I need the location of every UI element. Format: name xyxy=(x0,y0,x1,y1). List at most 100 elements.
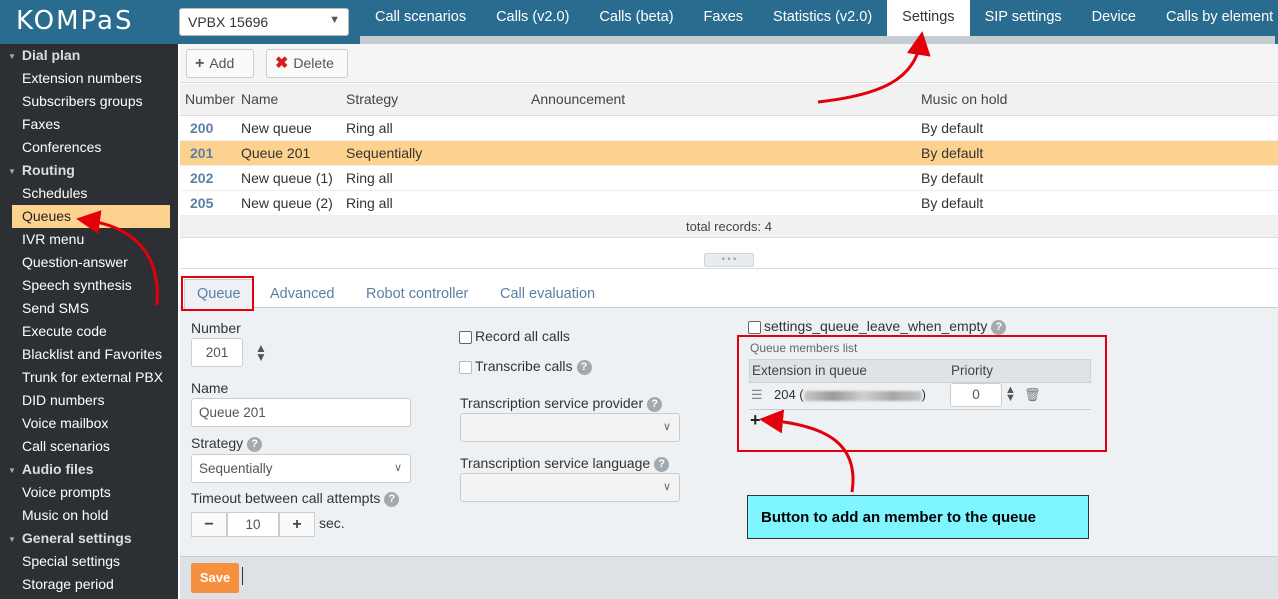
redacted-name xyxy=(803,390,922,401)
subtab-robot-controller[interactable]: Robot controller xyxy=(366,280,468,308)
member-row[interactable]: ☰ 204 () 0 ▲ ▼ 🗑 xyxy=(749,383,1091,410)
help-icon[interactable]: ? xyxy=(654,456,670,472)
sidebar-group-dial-plan[interactable]: ▼ Dial plan xyxy=(0,44,178,67)
subtab-call-evaluation[interactable]: Call evaluation xyxy=(500,280,595,308)
chevron-down-icon: ∨ xyxy=(662,481,671,493)
tab-statistics[interactable]: Statistics (v2.0) xyxy=(758,0,887,36)
sidebar-item-schedules[interactable]: Schedules xyxy=(0,182,178,205)
transcribe-calls[interactable]: Transcribe calls? xyxy=(459,358,592,375)
transcribe-checkbox[interactable] xyxy=(459,360,472,374)
timeout-label: Timeout between call attempts? xyxy=(191,490,400,507)
sidebar-group-routing[interactable]: ▼ Routing xyxy=(0,159,178,182)
tab-calls-beta[interactable]: Calls (beta) xyxy=(584,0,688,36)
sidebar-item-question-answer[interactable]: Question-answer xyxy=(0,251,178,274)
help-icon[interactable]: ? xyxy=(991,319,1007,335)
help-icon[interactable]: ? xyxy=(576,359,592,375)
col-number[interactable]: Number xyxy=(185,84,235,115)
callout-annotation: Button to add an member to the queue xyxy=(747,495,1089,539)
timeout-input[interactable]: 10 xyxy=(227,512,279,537)
collapse-triangle-icon: ▼ xyxy=(8,465,16,475)
sidebar-item-ivr-menu[interactable]: IVR menu xyxy=(0,228,178,251)
sidebar: ▼ Dial plan Extension numbers Subscribers… xyxy=(0,44,178,599)
table-row[interactable]: 205 New queue (2) Ring all By default xyxy=(180,191,1278,216)
priority-spinner-icon[interactable]: ▲ ▼ xyxy=(1005,385,1016,404)
subtab-advanced[interactable]: Advanced xyxy=(270,280,335,308)
number-spinner-icon[interactable]: ▲ ▼ xyxy=(255,342,267,363)
strategy-label: Strategy? xyxy=(191,435,263,452)
sidebar-group-label: Audio files xyxy=(21,461,94,477)
sidebar-item-send-sms[interactable]: Send SMS xyxy=(0,297,178,320)
tab-sip-settings[interactable]: SIP settings xyxy=(970,0,1077,36)
drag-handle-icon[interactable]: ☰ xyxy=(751,384,763,406)
splitter-handle[interactable]: • • • xyxy=(704,253,754,267)
tab-settings[interactable]: Settings xyxy=(887,0,970,36)
table-row-selected[interactable]: 201 Queue 201 Sequentially By default xyxy=(180,141,1278,166)
sidebar-item-music-on-hold[interactable]: Music on hold xyxy=(0,504,178,527)
sidebar-item-blacklist[interactable]: Blacklist and Favorites xyxy=(0,343,178,366)
add-button[interactable]: + Add xyxy=(186,49,254,78)
provider-select[interactable]: ∨ xyxy=(460,413,680,442)
save-bar: Save xyxy=(180,556,1278,599)
language-label: Transcription service language? xyxy=(460,455,670,472)
vpbx-select[interactable]: VPBX 15696 ▼ xyxy=(179,8,349,36)
row-name: Queue 201 xyxy=(241,145,311,161)
member-extension: 204 () xyxy=(774,384,926,406)
chevron-down-icon: ∨ xyxy=(393,462,402,474)
sidebar-item-extension-numbers[interactable]: Extension numbers xyxy=(0,67,178,90)
timeout-increment-button[interactable]: + xyxy=(279,512,315,537)
leave-when-empty[interactable]: settings_queue_leave_when_empty? xyxy=(748,318,1007,335)
help-icon[interactable]: ? xyxy=(384,491,400,507)
sidebar-item-trunk[interactable]: Trunk for external PBX xyxy=(0,366,178,389)
table-row[interactable]: 200 New queue Ring all By default xyxy=(180,116,1278,141)
leave-when-empty-checkbox[interactable] xyxy=(748,320,761,334)
sidebar-group-general-settings[interactable]: ▼ General settings xyxy=(0,527,178,550)
number-input[interactable]: 201 xyxy=(191,338,243,367)
collapse-triangle-icon: ▼ xyxy=(8,166,16,176)
language-label-text: Transcription service language xyxy=(460,455,651,471)
tab-device[interactable]: Device xyxy=(1077,0,1151,36)
tab-calls-v2[interactable]: Calls (v2.0) xyxy=(481,0,584,36)
sidebar-item-special-settings[interactable]: Special settings xyxy=(0,550,178,573)
sidebar-group-audio-files[interactable]: ▼ Audio files xyxy=(0,458,178,481)
leave-when-empty-label: settings_queue_leave_when_empty xyxy=(764,318,988,334)
sidebar-item-storage-period[interactable]: Storage period xyxy=(0,573,178,596)
member-priority-input[interactable]: 0 xyxy=(950,383,1002,407)
delete-button[interactable]: ✖ Delete xyxy=(266,49,348,78)
sidebar-item-did-numbers[interactable]: DID numbers xyxy=(0,389,178,412)
help-icon[interactable]: ? xyxy=(247,436,263,452)
sidebar-item-queues[interactable]: Queues xyxy=(12,205,170,228)
help-icon[interactable]: ? xyxy=(647,396,663,412)
col-name[interactable]: Name xyxy=(241,84,278,115)
sidebar-item-faxes[interactable]: Faxes xyxy=(0,113,178,136)
delete-label: Delete xyxy=(293,55,334,71)
record-all-calls[interactable]: Record all calls xyxy=(459,328,570,344)
name-input[interactable]: Queue 201 xyxy=(191,398,411,427)
record-checkbox[interactable] xyxy=(459,330,472,344)
sidebar-item-subscribers-groups[interactable]: Subscribers groups xyxy=(0,90,178,113)
language-select[interactable]: ∨ xyxy=(460,473,680,502)
sidebar-item-speech-synthesis[interactable]: Speech synthesis xyxy=(0,274,178,297)
sidebar-item-voice-mailbox[interactable]: Voice mailbox xyxy=(0,412,178,435)
sidebar-item-conferences[interactable]: Conferences xyxy=(0,136,178,159)
sidebar-item-execute-code[interactable]: Execute code xyxy=(0,320,178,343)
add-member-button[interactable]: + xyxy=(750,410,761,431)
trash-icon[interactable]: 🗑 xyxy=(1024,384,1041,406)
col-announcement[interactable]: Announcement xyxy=(531,84,625,115)
sidebar-item-call-scenarios[interactable]: Call scenarios xyxy=(0,435,178,458)
tab-faxes[interactable]: Faxes xyxy=(689,0,759,36)
tab-call-scenarios[interactable]: Call scenarios xyxy=(360,0,481,36)
tab-calls-by-element[interactable]: Calls by element xyxy=(1151,0,1278,36)
col-music-on-hold[interactable]: Music on hold xyxy=(921,84,1007,115)
row-name: New queue xyxy=(241,120,312,136)
row-strategy: Ring all xyxy=(346,195,393,211)
timeout-decrement-button[interactable]: − xyxy=(191,512,227,537)
vpbx-select-value: VPBX 15696 xyxy=(188,14,269,30)
queues-table: Number Name Strategy Announcement Music … xyxy=(180,84,1278,216)
save-button[interactable]: Save xyxy=(191,563,239,593)
strategy-select[interactable]: Sequentially ∨ xyxy=(191,454,411,483)
chevron-down-icon: ∨ xyxy=(662,421,671,433)
table-row[interactable]: 202 New queue (1) Ring all By default xyxy=(180,166,1278,191)
sidebar-item-voice-prompts[interactable]: Voice prompts xyxy=(0,481,178,504)
col-strategy[interactable]: Strategy xyxy=(346,84,398,115)
queue-detail-panel: Queue Advanced Robot controller Call eva… xyxy=(180,270,1278,599)
